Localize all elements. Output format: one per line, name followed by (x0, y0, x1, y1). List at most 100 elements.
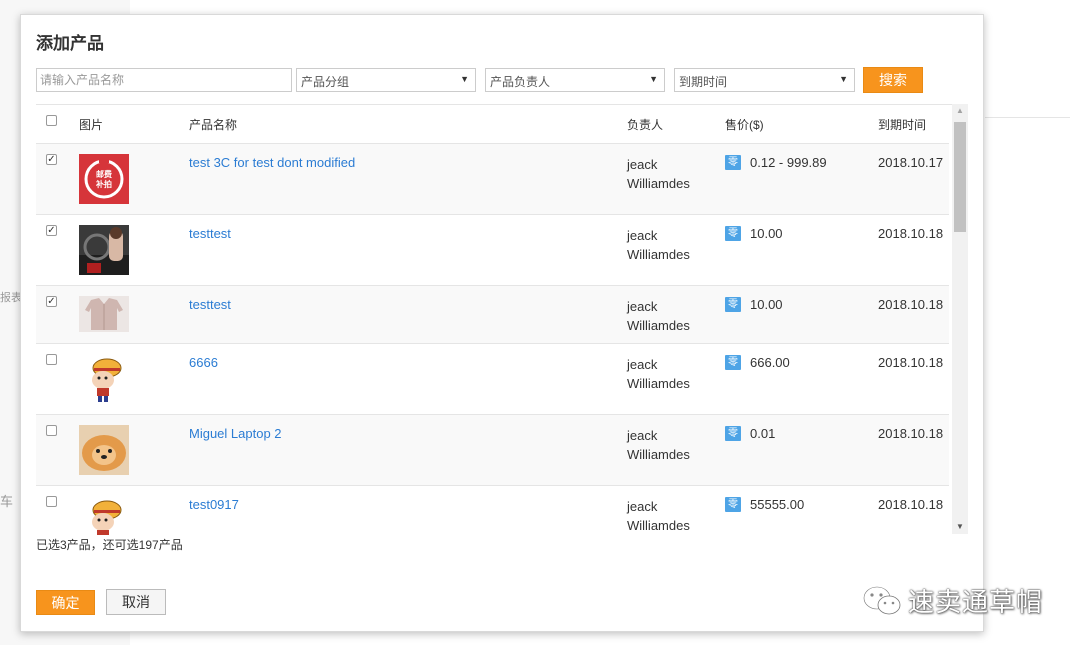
product-name-link[interactable]: 6666 (189, 355, 218, 370)
product-name-link[interactable]: Miguel Laptop 2 (189, 426, 282, 441)
watermark-text: 速卖通草帽 (908, 587, 1044, 617)
product-owner: jeack Williamdes (627, 426, 690, 464)
owner-last-name: Williamdes (627, 318, 690, 333)
product-price: 10.00 (750, 226, 783, 241)
svg-text:邮费: 邮费 (96, 169, 112, 179)
background-divider (985, 117, 1070, 118)
price-badge-icon: 零 (725, 497, 741, 512)
product-expire-date: 2018.10.18 (878, 226, 944, 241)
product-expire-date: 2018.10.18 (878, 497, 944, 512)
column-header-name: 产品名称 (189, 118, 238, 132)
column-header-expire: 到期时间 (878, 118, 927, 132)
expire-time-select-label: 到期时间 (679, 75, 728, 89)
dialog-title: 添加产品 (36, 34, 104, 53)
column-header-owner: 负责人 (627, 118, 664, 132)
watermark: 速卖通草帽 (862, 582, 1043, 619)
owner-last-name: Williamdes (627, 176, 690, 191)
product-thumbnail (79, 425, 129, 475)
table-scrollbar[interactable]: ▲ ▼ (952, 104, 968, 534)
product-name-link[interactable]: test0917 (189, 497, 239, 512)
row-checkbox[interactable] (46, 496, 57, 507)
product-name-link[interactable]: testtest (189, 297, 231, 312)
wechat-icon (862, 585, 901, 614)
cancel-button[interactable]: 取消 (106, 589, 166, 615)
product-expire-date: 2018.10.18 (878, 355, 944, 370)
selection-summary: 已选3产品，还可选197产品 (36, 538, 183, 552)
table-row[interactable]: Miguel Laptop 2 jeack Williamdes 零 0.01 … (36, 415, 949, 486)
product-table: 图片 产品名称 负责人 售价($) 到期时间 ✓ 邮费 补拍 test 3C f… (36, 104, 967, 535)
product-price: 666.00 (750, 355, 790, 370)
owner-last-name: Williamdes (627, 518, 690, 533)
search-button[interactable]: 搜索 (863, 67, 923, 93)
product-group-select-label: 产品分组 (301, 75, 350, 89)
chevron-down-icon: ▼ (839, 74, 848, 84)
confirm-button[interactable]: 确定 (36, 590, 95, 615)
table-row[interactable]: ✓ testtest jeack Williamdes 零 10.00 2018… (36, 215, 949, 286)
table-row[interactable]: test0917 jeack Williamdes 零 55555.00 201… (36, 486, 949, 535)
column-header-price: 售价($) (725, 118, 764, 132)
product-price: 0.12 - 999.89 (750, 155, 827, 170)
owner-last-name: Williamdes (627, 376, 690, 391)
product-expire-date: 2018.10.18 (878, 297, 944, 312)
product-price: 10.00 (750, 297, 783, 312)
scroll-down-arrow-icon[interactable]: ▼ (956, 522, 964, 531)
product-owner-select-label: 产品负责人 (490, 75, 551, 89)
table-row[interactable]: ✓ 邮费 补拍 test 3C for test dont modified j… (36, 144, 949, 215)
red-badge-icon: 邮费 补拍 (79, 154, 129, 204)
car-photo (79, 225, 129, 275)
owner-first-name: jeack (627, 499, 658, 514)
row-checkbox[interactable] (46, 354, 57, 365)
row-checkbox[interactable]: ✓ (46, 154, 57, 165)
add-product-dialog: 添加产品 产品分组 ▼ 产品负责人 ▼ 到期时间 ▼ 搜索 图片 产品名称 负责… (20, 14, 984, 632)
select-all-checkbox[interactable] (46, 115, 57, 126)
price-badge-icon: 零 (725, 226, 741, 241)
product-owner-select[interactable]: 产品负责人 ▼ (485, 68, 665, 92)
product-price: 55555.00 (750, 497, 805, 512)
product-price: 0.01 (750, 426, 776, 441)
svg-text:补拍: 补拍 (95, 179, 112, 189)
row-checkbox[interactable]: ✓ (46, 225, 57, 236)
owner-first-name: jeack (627, 357, 658, 372)
price-badge-icon: 零 (725, 297, 741, 312)
row-checkbox[interactable]: ✓ (46, 296, 57, 307)
product-group-select[interactable]: 产品分组 ▼ (296, 68, 476, 92)
sweater-photo (79, 296, 129, 332)
dog-photo (79, 425, 129, 475)
background-text-fragment: 车 (0, 494, 14, 509)
price-badge-icon: 零 (725, 426, 741, 441)
expire-time-select[interactable]: 到期时间 ▼ (674, 68, 855, 92)
owner-first-name: jeack (627, 428, 658, 443)
cartoon-pirate-icon (79, 496, 129, 535)
product-thumbnail (79, 296, 129, 332)
column-header-image: 图片 (79, 118, 104, 132)
product-owner: jeack Williamdes (627, 355, 690, 393)
owner-first-name: jeack (627, 299, 658, 314)
table-row[interactable]: ✓ testtest jeack Williamdes 零 10.00 2018… (36, 286, 949, 344)
owner-first-name: jeack (627, 157, 658, 172)
product-thumbnail: 邮费 补拍 (79, 154, 129, 204)
cartoon-pirate-icon (79, 354, 129, 404)
background-text-fragment: 报表 (0, 292, 22, 304)
product-name-link[interactable]: testtest (189, 226, 231, 241)
price-badge-icon: 零 (725, 155, 741, 170)
row-checkbox[interactable] (46, 425, 57, 436)
product-thumbnail (79, 225, 129, 275)
product-name-search-input[interactable] (36, 68, 292, 92)
owner-last-name: Williamdes (627, 447, 690, 462)
product-owner: jeack Williamdes (627, 155, 690, 193)
product-name-link[interactable]: test 3C for test dont modified (189, 155, 355, 170)
product-expire-date: 2018.10.17 (878, 155, 944, 170)
product-owner: jeack Williamdes (627, 297, 690, 335)
owner-first-name: jeack (627, 228, 658, 243)
product-expire-date: 2018.10.18 (878, 426, 944, 441)
chevron-down-icon: ▼ (460, 74, 469, 84)
owner-last-name: Williamdes (627, 247, 690, 262)
product-thumbnail (79, 354, 129, 404)
table-header: 图片 产品名称 负责人 售价($) 到期时间 (36, 105, 949, 144)
scrollbar-thumb[interactable] (954, 122, 966, 232)
table-row[interactable]: 6666 jeack Williamdes 零 666.00 2018.10.1… (36, 344, 949, 415)
product-owner: jeack Williamdes (627, 497, 690, 535)
chevron-down-icon: ▼ (649, 74, 658, 84)
scroll-up-arrow-icon[interactable]: ▲ (956, 106, 964, 115)
product-thumbnail (79, 496, 129, 535)
